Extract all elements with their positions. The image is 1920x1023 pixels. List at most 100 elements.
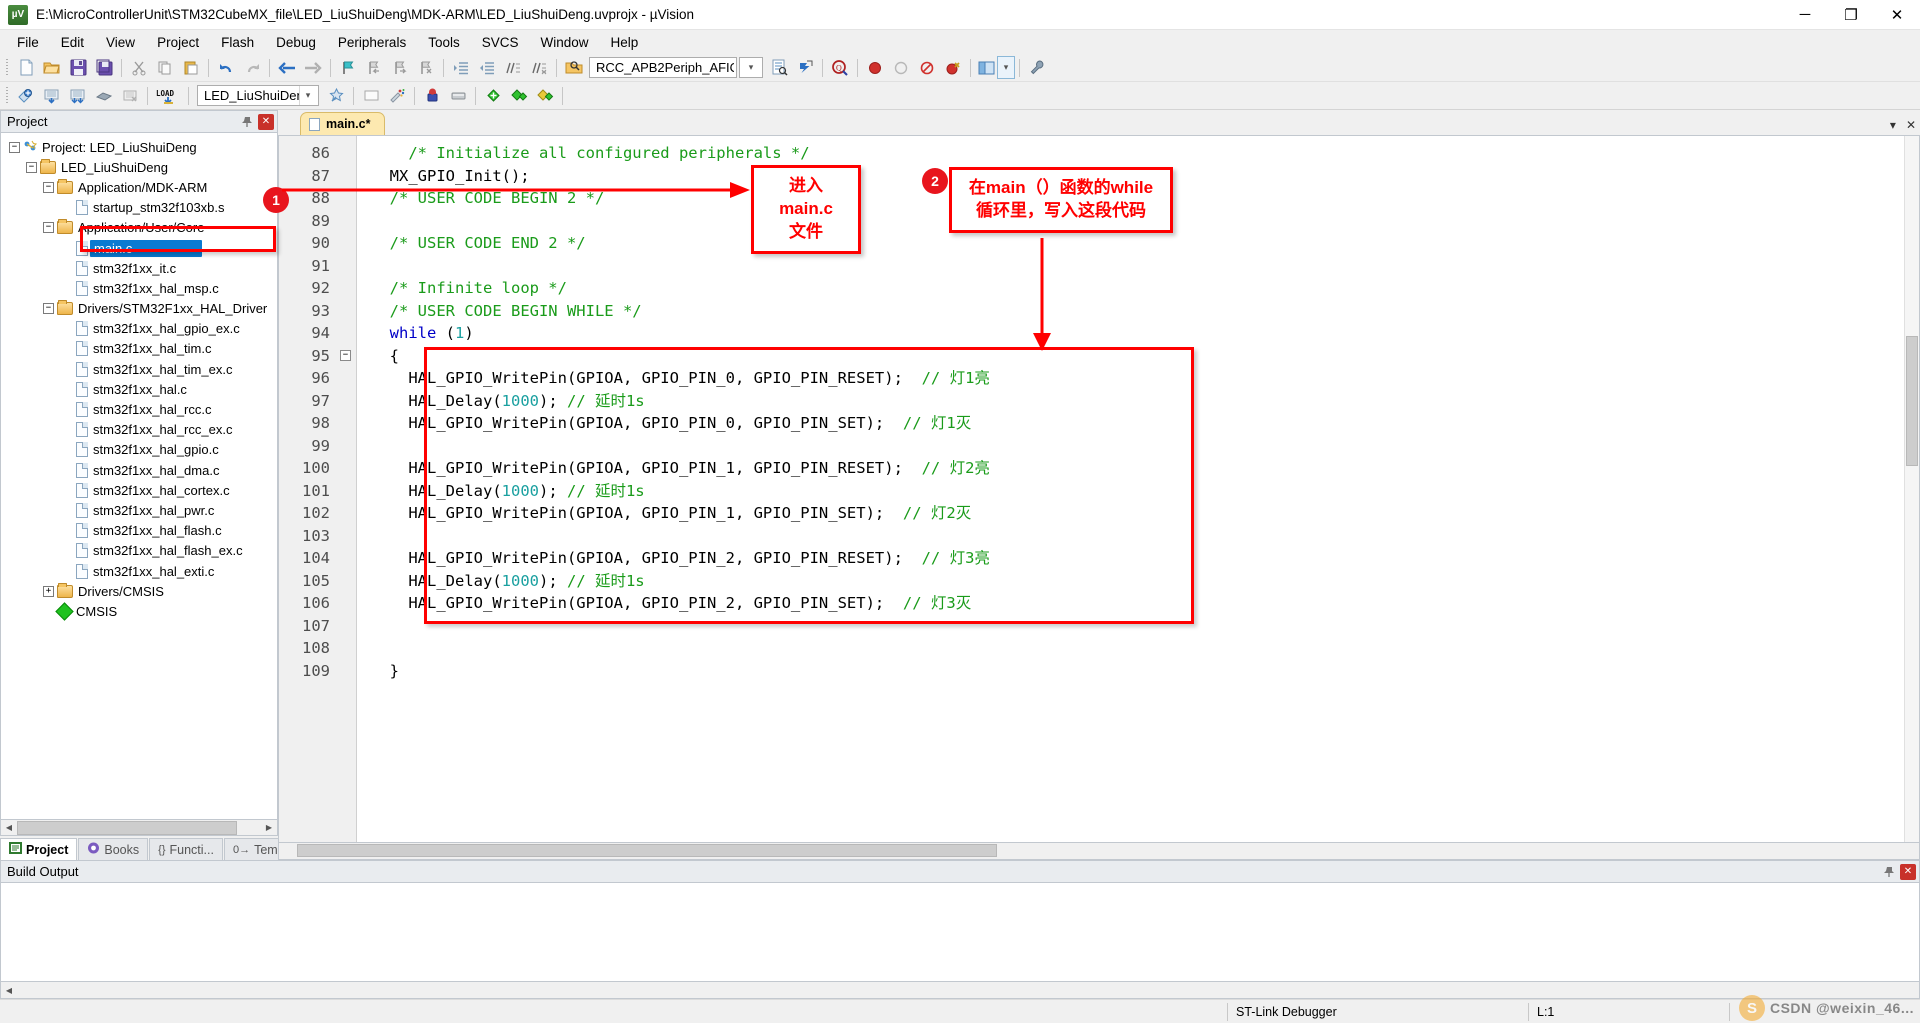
tree-item-main-c[interactable]: main.c: [1, 238, 277, 258]
menu-item-window[interactable]: Window: [529, 33, 599, 52]
batch-build-icon[interactable]: [91, 84, 117, 108]
panel-tab-functi[interactable]: {} Functi...: [149, 838, 223, 860]
disable-all-breakpoints-icon[interactable]: [914, 56, 940, 80]
build-pin-icon[interactable]: [1881, 864, 1897, 880]
uncomment-icon[interactable]: [526, 56, 552, 80]
hscroll-track[interactable]: [17, 820, 261, 835]
collapse-icon[interactable]: −: [43, 222, 54, 234]
pin-icon[interactable]: [239, 114, 255, 130]
panel-tab-project[interactable]: Project: [0, 838, 78, 860]
project-tree[interactable]: − Project: LED_LiuShuiDeng − LED_LiuShuiDen…: [0, 132, 278, 820]
collapse-icon[interactable]: −: [43, 303, 54, 315]
tabstrip-minimize-icon[interactable]: ▾: [1890, 118, 1896, 132]
chevron-down-icon[interactable]: ▾: [299, 86, 316, 105]
pack-add-icon[interactable]: [480, 84, 506, 108]
menu-item-peripherals[interactable]: Peripherals: [327, 33, 417, 52]
download-icon[interactable]: LOAD: [152, 84, 184, 108]
minimize-button[interactable]: ─: [1782, 0, 1828, 30]
window-layout-icon[interactable]: [975, 56, 997, 80]
tree-item-application-user-core[interactable]: − Application/User/Core: [1, 218, 277, 238]
scroll-left-arrow[interactable]: ◀: [1, 820, 17, 835]
stop-build-icon[interactable]: [117, 84, 143, 108]
copy-icon[interactable]: [152, 56, 178, 80]
tree-item-drivers-cmsis[interactable]: + Drivers/CMSIS: [1, 581, 277, 601]
tree-item-cmsis[interactable]: CMSIS: [1, 601, 277, 621]
menu-item-debug[interactable]: Debug: [265, 33, 327, 52]
menu-item-project[interactable]: Project: [146, 33, 210, 52]
fold-toggle-icon[interactable]: −: [340, 349, 351, 361]
insert-template-icon[interactable]: [792, 56, 818, 80]
find-in-files-icon[interactable]: [561, 56, 587, 80]
find-combo[interactable]: RCC_APB2Periph_AFIO: [589, 57, 737, 78]
tree-item-stm32f1xx-hal-c[interactable]: stm32f1xx_hal.c: [1, 379, 277, 399]
maximize-button[interactable]: ❐: [1828, 0, 1874, 30]
tree-item-stm32f1xx-hal-tim-c[interactable]: stm32f1xx_hal_tim.c: [1, 339, 277, 359]
vscroll-thumb[interactable]: [1906, 336, 1918, 466]
tree-item-stm32f1xx-hal-gpio-c[interactable]: stm32f1xx_hal_gpio.c: [1, 440, 277, 460]
menu-item-file[interactable]: File: [6, 33, 50, 52]
tree-item-stm32f1xx-hal-exti-c[interactable]: stm32f1xx_hal_exti.c: [1, 561, 277, 581]
menu-item-tools[interactable]: Tools: [417, 33, 471, 52]
collapse-icon[interactable]: −: [9, 141, 20, 153]
open-file-icon[interactable]: [39, 56, 65, 80]
indent-icon[interactable]: [448, 56, 474, 80]
navigate-back-icon[interactable]: [274, 56, 300, 80]
save-all-icon[interactable]: [91, 56, 117, 80]
editor-hscrollbar[interactable]: [278, 843, 1920, 860]
panel-tab-books[interactable]: Books: [78, 838, 149, 860]
tree-item-stm32f1xx-hal-tim-ex-c[interactable]: stm32f1xx_hal_tim_ex.c: [1, 359, 277, 379]
tree-item-stm32f1xx-hal-flash-ex-c[interactable]: stm32f1xx_hal_flash_ex.c: [1, 541, 277, 561]
navigate-forward-icon[interactable]: [300, 56, 326, 80]
build-output-content[interactable]: [0, 882, 1920, 982]
cut-icon[interactable]: [126, 56, 152, 80]
expand-icon[interactable]: +: [43, 585, 54, 597]
translate-icon[interactable]: [13, 84, 39, 108]
pack-warn-icon[interactable]: [532, 84, 558, 108]
kill-all-breakpoints-icon[interactable]: [940, 56, 966, 80]
editor-vscrollbar[interactable]: [1904, 136, 1919, 842]
hscroll-thumb[interactable]: [17, 820, 237, 835]
outdent-icon[interactable]: [474, 56, 500, 80]
rebuild-icon[interactable]: [65, 84, 91, 108]
scroll-right-arrow[interactable]: ▶: [261, 820, 277, 835]
configure-flash-icon[interactable]: [445, 84, 471, 108]
tree-item-stm32f1xx-hal-pwr-c[interactable]: stm32f1xx_hal_pwr.c: [1, 500, 277, 520]
configure-icon[interactable]: [1024, 56, 1050, 80]
tree-item-stm32f1xx-hal-rcc-ex-c[interactable]: stm32f1xx_hal_rcc_ex.c: [1, 420, 277, 440]
toolbar-grip[interactable]: [4, 58, 11, 78]
comment-icon[interactable]: [500, 56, 526, 80]
build-close-icon[interactable]: ✕: [1900, 863, 1916, 880]
code-editor[interactable]: 86 87 88 89 90 91 92 93 94 95−96 97 98 99 100 101 102 10…: [278, 135, 1920, 843]
toolbar-grip-2[interactable]: [4, 86, 11, 106]
new-file-icon[interactable]: [13, 56, 39, 80]
bookmark-toggle-icon[interactable]: [335, 56, 361, 80]
undo-icon[interactable]: [213, 56, 239, 80]
tree-item-stm32f1xx-hal-msp-c[interactable]: stm32f1xx_hal_msp.c: [1, 278, 277, 298]
tree-item-project-led-liushuideng[interactable]: − Project: LED_LiuShuiDeng: [1, 137, 277, 157]
source-code[interactable]: /* Initialize all configured peripherals…: [357, 136, 1919, 842]
debug-search-icon[interactable]: Q: [827, 56, 853, 80]
project-hscrollbar[interactable]: ◀ ▶: [0, 820, 278, 836]
collapse-icon[interactable]: −: [43, 181, 54, 193]
tree-item-led-liushuideng[interactable]: − LED_LiuShuiDeng: [1, 157, 277, 177]
bookmark-clear-icon[interactable]: [413, 56, 439, 80]
tree-item-application-mdk-arm[interactable]: − Application/MDK-ARM: [1, 177, 277, 197]
menu-item-svcs[interactable]: SVCS: [471, 33, 530, 52]
tree-item-stm32f1xx-hal-flash-c[interactable]: stm32f1xx_hal_flash.c: [1, 521, 277, 541]
paste-icon[interactable]: [178, 56, 204, 80]
tree-item-startup-stm32f103xb-s[interactable]: startup_stm32f103xb.s: [1, 198, 277, 218]
save-icon[interactable]: [65, 56, 91, 80]
browse-symbols-icon[interactable]: [766, 56, 792, 80]
panel-close-icon[interactable]: ✕: [258, 113, 274, 130]
editor-tab-main-c[interactable]: main.c*: [300, 112, 386, 135]
editor-hscroll-thumb[interactable]: [297, 844, 997, 857]
collapse-icon[interactable]: −: [26, 161, 37, 173]
tabstrip-close-icon[interactable]: ✕: [1906, 118, 1916, 132]
manage-runtime-icon[interactable]: [358, 84, 384, 108]
menu-item-flash[interactable]: Flash: [210, 33, 265, 52]
find-combo-dropdown[interactable]: ▾: [739, 57, 763, 78]
build-scroll-left-arrow[interactable]: ◀: [1, 983, 17, 997]
redo-icon[interactable]: [239, 56, 265, 80]
menu-item-view[interactable]: View: [95, 33, 146, 52]
tree-item-stm32f1xx-hal-gpio-ex-c[interactable]: stm32f1xx_hal_gpio_ex.c: [1, 319, 277, 339]
